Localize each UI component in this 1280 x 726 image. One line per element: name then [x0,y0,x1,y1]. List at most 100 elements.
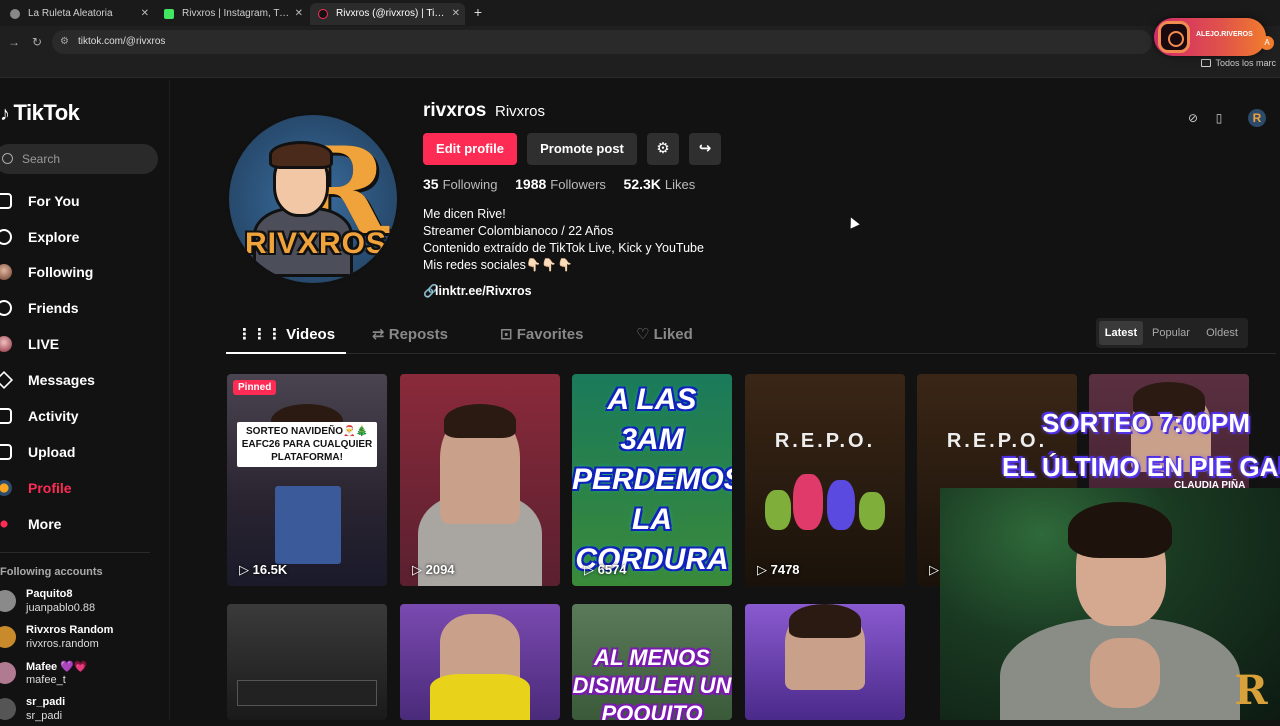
nav-following[interactable]: Following [0,258,160,286]
tab-title: La Ruleta Aleatoria [28,8,113,19]
plus-square-icon [0,444,12,460]
promote-post-button[interactable]: Promote post [527,133,637,165]
nav-label: Explore [28,229,80,245]
bio-line: Me dicen Rive! [423,207,506,221]
nav-label: Friends [28,300,79,316]
forward-button[interactable]: → [6,34,22,50]
nav-label: For You [28,193,80,209]
tab-label: Favorites [516,326,584,343]
following-account[interactable]: Mafee 💜💗 mafee_t [0,658,160,690]
bookmark-icon: ⊡ [500,326,517,343]
following-stat[interactable]: 35 Following [423,176,498,192]
nav-friends[interactable]: Friends [0,294,160,322]
browser-tab-linktree[interactable]: Rivxros | Instagram, TikTok | Lin ✕ [156,3,308,25]
account-name: sr_padi [26,696,66,708]
view-count-text: 7478 [770,562,800,577]
tab-reposts[interactable]: ⇄ Reposts [372,320,448,353]
likes-label: Likes [664,177,696,192]
settings-button[interactable]: ⚙ [647,133,679,165]
tab-title: Rivxros (@rivxros) | TikTok [336,8,455,19]
overlay-line-2: EL ÚLTIMO EN PIE GANA [1002,452,1280,482]
close-icon[interactable]: ✕ [141,3,149,25]
share-button[interactable]: ↪ [689,133,721,165]
link-text: linktr.ee/Rivxros [435,284,532,298]
home-icon [0,193,12,209]
profile-username: rivxros [423,100,487,121]
repost-icon: ⇄ [372,326,389,343]
thumb-banner [237,680,377,706]
nav-label: LIVE [28,336,60,352]
search-input[interactable]: Search [0,144,158,174]
video-card[interactable]: R.E.P.O. ▷ 7478 [745,374,905,586]
view-count-text: 6574 [597,562,627,577]
bookmarks-folder[interactable]: Todos los marc [1201,58,1280,74]
nav-upload[interactable]: Upload [0,438,160,466]
nav-more[interactable]: More [0,510,160,538]
followers-stat[interactable]: 1988 Followers [515,176,606,192]
avatar [0,662,16,684]
account-name: Mafee 💜💗 [26,661,88,673]
tab-favorites[interactable]: ⊡ Favorites [500,320,583,353]
url-field[interactable]: ⚙ tiktok.com/@rivxros [52,30,1152,54]
pinned-badge: Pinned [233,380,277,395]
following-account[interactable]: Rivxros Random rivxros.random [0,622,160,654]
profile-avatar[interactable]: R RIVXROS [226,112,400,286]
thumb-hair [444,404,516,438]
top-right-actions: ⊘ ▯ R [1182,107,1272,129]
video-card[interactable]: Pinned SORTEO NAVIDEÑO🎅🎄 EAFC26 PARA CUA… [227,374,387,586]
thumb-character [859,492,885,530]
webcam-overlay: R [940,488,1280,720]
reload-button[interactable]: ↻ [29,34,45,50]
video-card[interactable]: ▷ 2094 [400,374,560,586]
more-icon [0,516,12,532]
sort-oldest[interactable]: Oldest [1199,321,1245,345]
video-card[interactable] [745,604,905,720]
nav-profile[interactable]: Profile [0,474,160,502]
user-avatar-icon[interactable]: R [1248,109,1266,127]
address-bar: → ↻ ⚙ tiktok.com/@rivxros [0,28,1280,56]
nav-messages[interactable]: Messages [0,366,160,394]
gear-icon: ⚙ [656,140,670,157]
phone-icon[interactable]: ▯ [1210,109,1228,127]
following-account[interactable]: sr_padi sr_padi [0,694,160,726]
video-card[interactable] [400,604,560,720]
nav-activity[interactable]: Activity [0,402,160,430]
nav-label: Messages [28,372,95,388]
close-icon[interactable]: ✕ [295,3,303,25]
browser-tab-tiktok[interactable]: Rivxros (@rivxros) | TikTok ✕ [310,3,465,25]
nav-live[interactable]: LIVE [0,330,160,358]
video-card[interactable]: AL MENOS DISIMULEN UN POQUITO [572,604,732,720]
following-account[interactable]: Paquito8 juanpablo0.88 [0,586,160,618]
thumb-character [793,474,823,530]
site-info-icon[interactable]: ⚙ [60,30,69,54]
url-text: tiktok.com/@rivxros [78,36,166,47]
sort-popular[interactable]: Popular [1147,321,1195,345]
edit-profile-button[interactable]: Edit profile [423,133,517,165]
profile-display-name: Rivxros [495,103,546,120]
tiktok-icon [318,9,328,19]
tab-liked[interactable]: ♡ Liked [636,320,693,353]
instagram-overlay: ALEJO.RIVEROS A [1154,18,1274,56]
new-tab-button[interactable]: + [470,4,486,20]
video-card[interactable]: A LAS 3AM PERDEMOS LA CORDURA ▷ 6574 [572,374,732,586]
followers-count: 1988 [515,176,547,192]
profile-bio: Me dicen Rive! Streamer Colombianoco / 2… [423,206,704,274]
sort-latest[interactable]: Latest [1099,321,1143,345]
browser-tab-ruleta[interactable]: La Ruleta Aleatoria ✕ [2,3,154,25]
close-icon[interactable]: ✕ [452,3,460,25]
account-name: Rivxros Random [26,624,114,636]
account-handle: sr_padi [26,710,63,722]
sidebar: ♪ TikTok Search For You Explore Following… [0,80,170,722]
tiktok-logo[interactable]: ♪ TikTok [0,100,80,126]
likes-count: 52.3K [623,176,661,192]
nav-explore[interactable]: Explore [0,223,160,251]
profile-link[interactable]: 🔗linktr.ee/Rivxros [423,284,532,299]
coin-icon[interactable]: ⊘ [1184,109,1202,127]
nav-for-you[interactable]: For You [0,187,160,215]
nav-label: Upload [28,444,76,460]
tab-videos[interactable]: ⋮⋮⋮ Videos [226,320,346,354]
webcam-hands [1090,638,1160,708]
nav-label: Profile [28,480,72,496]
video-card[interactable] [227,604,387,720]
thumb-hair [789,604,861,638]
